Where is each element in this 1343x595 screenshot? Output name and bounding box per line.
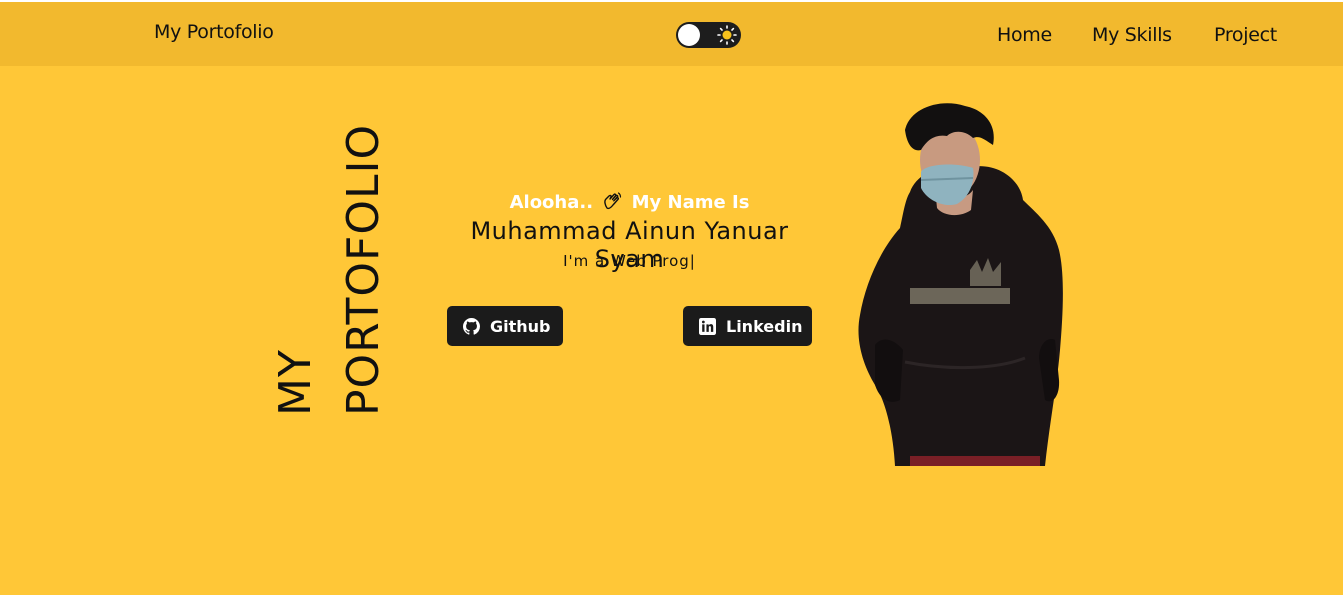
github-icon bbox=[463, 317, 480, 335]
nav-link-project[interactable]: Project bbox=[1214, 24, 1277, 46]
theme-toggle[interactable] bbox=[676, 22, 741, 48]
nav-link-my-skills[interactable]: My Skills bbox=[1092, 24, 1172, 46]
brand-title[interactable]: My Portofolio bbox=[154, 21, 274, 43]
toggle-knob bbox=[678, 24, 700, 46]
navbar: My Portofolio Home My Skills Project bbox=[0, 0, 1343, 66]
github-button[interactable]: Github bbox=[447, 306, 563, 346]
linkedin-icon bbox=[699, 317, 716, 335]
sun-icon bbox=[717, 25, 737, 45]
vertical-title-line-1: MY bbox=[270, 349, 321, 416]
linkedin-label: Linkedin bbox=[726, 316, 803, 336]
greeting-suffix: My Name Is bbox=[631, 192, 750, 213]
linkedin-button[interactable]: Linkedin bbox=[683, 306, 812, 346]
nav-link-home[interactable]: Home bbox=[997, 24, 1052, 46]
waving-hand-icon bbox=[604, 192, 622, 210]
greeting-prefix: Alooha.. bbox=[509, 192, 594, 213]
profile-photo bbox=[858, 103, 1063, 466]
vertical-title: MY PORTOFOLIO bbox=[270, 118, 389, 416]
typed-text: I'm a Web Prog| bbox=[563, 252, 696, 270]
vertical-title-line-2: PORTOFOLIO bbox=[338, 123, 389, 416]
github-label: Github bbox=[490, 316, 551, 336]
greeting: Alooha.. My Name Is bbox=[447, 191, 812, 213]
